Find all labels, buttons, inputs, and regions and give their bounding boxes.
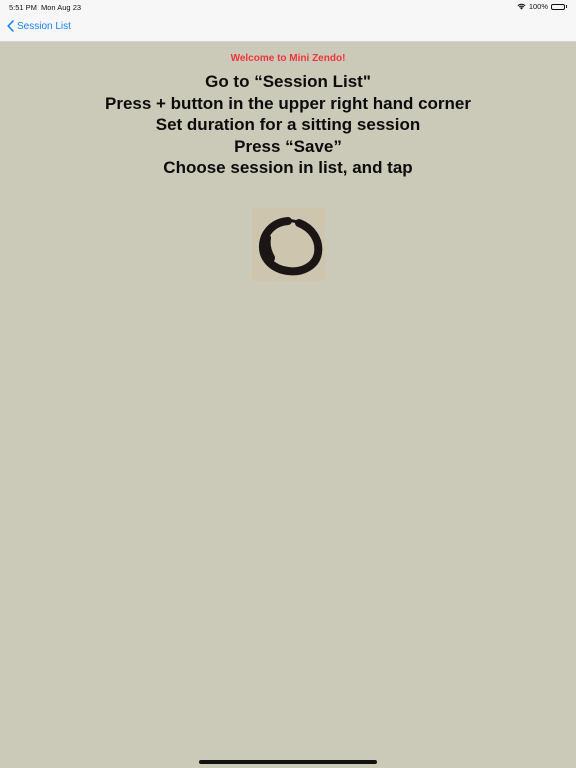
- status-time: 5:51 PM: [9, 3, 37, 12]
- status-indicators: 100%: [517, 2, 567, 11]
- instruction-line: Choose session in list, and tap: [163, 158, 413, 177]
- instruction-line: Set duration for a sitting session: [155, 115, 421, 134]
- status-bar: 5:51 PM Mon Aug 23 100%: [0, 0, 576, 14]
- back-button[interactable]: Session List: [7, 20, 71, 32]
- back-button-label: Session List: [17, 20, 71, 32]
- main-content: Welcome to Mini Zendo! Go to “Session Li…: [0, 42, 576, 179]
- navigation-bar: Session List: [0, 14, 576, 42]
- instruction-line: Press + button in the upper right hand c…: [104, 93, 471, 113]
- wifi-icon: [517, 3, 526, 10]
- battery-icon: [551, 3, 567, 10]
- status-date: Mon Aug 23: [41, 3, 82, 12]
- battery-percent: 100%: [528, 2, 548, 11]
- chevron-left-icon: [7, 20, 14, 32]
- enso-icon[interactable]: [252, 208, 325, 281]
- instructions: Go to “Session List" Press + button in t…: [0, 71, 576, 179]
- instruction-line: Press “Save”: [234, 136, 342, 156]
- instruction-line: Go to “Session List": [205, 72, 371, 91]
- welcome-message: Welcome to Mini Zendo!: [230, 53, 346, 64]
- home-indicator[interactable]: [199, 760, 377, 764]
